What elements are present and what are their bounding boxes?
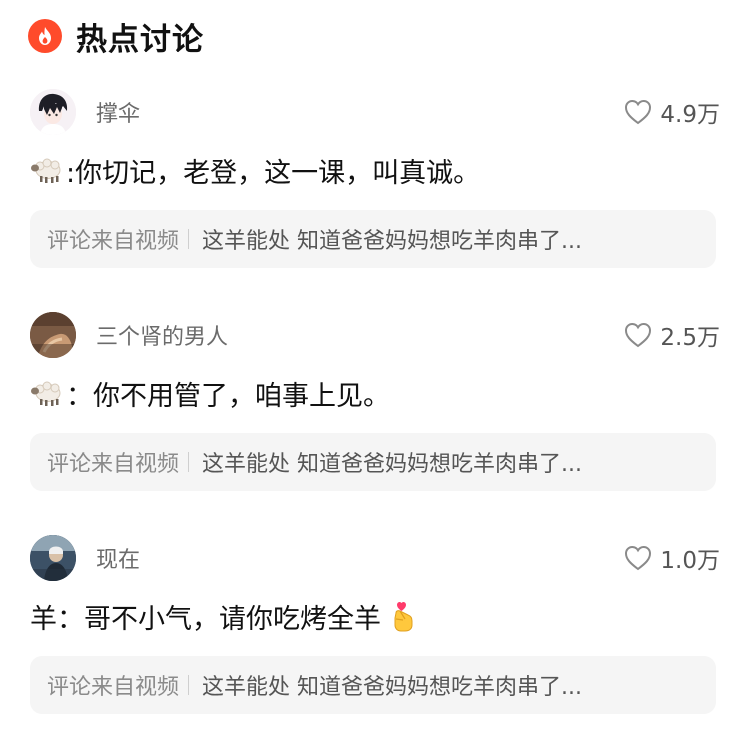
comment-body: :你切记，老登，这一课，叫真诚。: [66, 157, 481, 189]
heart-icon: [625, 545, 652, 571]
comment-body: ：你不用管了，咱事上见。: [66, 380, 390, 412]
like-button[interactable]: 4.9万: [624, 95, 720, 129]
like-count: 2.5万: [660, 325, 720, 351]
heart-icon: [625, 322, 652, 348]
comment-header: 撑伞 4.9万: [30, 88, 720, 136]
source-label: 评论来自视频: [47, 229, 180, 254]
comment-text: :你切记，老登，这一课，叫真诚。: [30, 150, 720, 190]
source-video-title: 这羊能处 知道爸爸妈妈想吃羊肉串了...: [202, 229, 582, 254]
avatar[interactable]: [30, 535, 76, 581]
divider: [188, 229, 190, 249]
source-video-title: 这羊能处 知道爸爸妈妈想吃羊肉串了...: [202, 452, 582, 477]
source-label: 评论来自视频: [47, 675, 180, 700]
like-button[interactable]: 1.0万: [624, 541, 720, 575]
source-label: 评论来自视频: [47, 452, 180, 477]
heart-icon: [625, 99, 652, 125]
username[interactable]: 三个肾的男人: [96, 319, 228, 351]
like-count: 1.0万: [660, 548, 720, 574]
comment-item: 三个肾的男人 2.5万 ：你不用管了，咱事上见。 评论来自视频 这羊能处 知道爸…: [0, 311, 741, 511]
comment-text: 羊：哥不小气，请你吃烤全羊: [30, 596, 720, 636]
section-title: 热点讨论: [76, 21, 204, 58]
username[interactable]: 撑伞: [96, 96, 140, 128]
divider: [188, 675, 190, 695]
comment-item: 撑伞 4.9万 :你切记，老登，这一课，叫真诚。 评论来自视频 这羊能处 知道爸…: [0, 88, 741, 288]
divider: [188, 452, 190, 472]
comment-header: 三个肾的男人 2.5万: [30, 311, 720, 359]
finger-heart-icon: [385, 600, 421, 632]
comment-header: 现在 1.0万: [30, 534, 720, 582]
avatar[interactable]: [30, 89, 76, 135]
comment-text: ：你不用管了，咱事上见。: [30, 373, 720, 413]
comment-item: 现在 1.0万 羊：哥不小气，请你吃烤全羊 评论来自视频 这羊能处 知道爸爸妈妈…: [0, 534, 741, 734]
flame-icon: [28, 19, 62, 53]
source-video-title: 这羊能处 知道爸爸妈妈想吃羊肉串了...: [202, 675, 582, 700]
source-video-link[interactable]: 评论来自视频 这羊能处 知道爸爸妈妈想吃羊肉串了...: [30, 656, 716, 714]
source-video-link[interactable]: 评论来自视频 这羊能处 知道爸爸妈妈想吃羊肉串了...: [30, 433, 716, 491]
sheep-icon: [30, 154, 66, 186]
section-header: 热点讨论: [28, 14, 204, 58]
sheep-icon: [30, 377, 66, 409]
username[interactable]: 现在: [96, 542, 140, 574]
like-count: 4.9万: [660, 102, 720, 128]
comment-body: 羊：哥不小气，请你吃烤全羊: [30, 603, 381, 635]
source-video-link[interactable]: 评论来自视频 这羊能处 知道爸爸妈妈想吃羊肉串了...: [30, 210, 716, 268]
avatar[interactable]: [30, 312, 76, 358]
like-button[interactable]: 2.5万: [624, 318, 720, 352]
